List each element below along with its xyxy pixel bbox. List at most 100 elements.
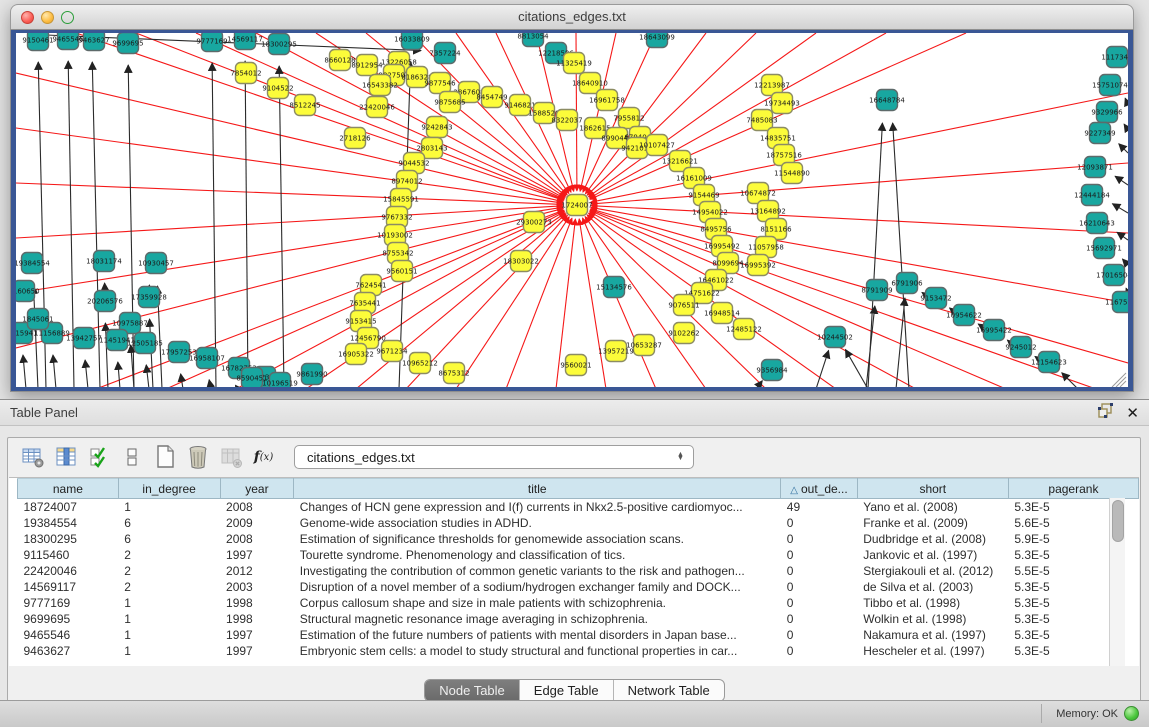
network-node[interactable]: 8512245	[289, 95, 320, 116]
table-row[interactable]: 1872400712008Changes of HCN gene express…	[18, 499, 1139, 516]
tab-network-table[interactable]: Network Table	[614, 680, 724, 701]
table-panel: Table Panel ✕	[0, 399, 1149, 700]
table-row[interactable]: 2242004622012Investigating the contribut…	[18, 563, 1139, 579]
svg-text:9877546: 9877546	[424, 80, 456, 88]
network-node[interactable]: 13942757	[66, 328, 102, 349]
network-node[interactable]: 8791909	[861, 280, 892, 301]
svg-text:10674872: 10674872	[740, 190, 776, 198]
tab-edge-table[interactable]: Edge Table	[520, 680, 614, 701]
network-node[interactable]: 18303022	[503, 251, 539, 272]
network-node[interactable]: 15751074	[1092, 75, 1128, 96]
select-all-icon[interactable]	[82, 444, 115, 470]
network-node[interactable]: 14569117	[227, 33, 263, 50]
network-node[interactable]: 1724007	[561, 195, 592, 216]
network-node[interactable]: 18300295	[261, 34, 297, 55]
network-node[interactable]: 18031174	[86, 251, 122, 272]
network-node[interactable]: 8813054	[517, 33, 549, 47]
network-node[interactable]: 12093871	[1077, 157, 1113, 178]
column-header-name[interactable]: name	[18, 479, 119, 499]
network-node[interactable]: 9560021	[560, 355, 591, 376]
float-panel-icon[interactable]	[1098, 403, 1114, 423]
table-row[interactable]: 1830029562008Estimation of significance …	[18, 531, 1139, 547]
network-node[interactable]: 22420046	[359, 97, 395, 118]
network-node[interactable]: 9329966	[1091, 102, 1123, 123]
memory-status: Memory: OK	[1041, 704, 1143, 723]
network-window-title: citations_edges.txt	[11, 9, 1133, 24]
network-node[interactable]: 17016504	[1096, 265, 1128, 286]
network-table-select[interactable]: citations_edges.txt ▲▼	[294, 445, 694, 469]
network-node[interactable]: 7955812	[613, 108, 644, 129]
network-node[interactable]: 15692971	[1086, 238, 1122, 259]
network-node[interactable]: 12154623	[1031, 352, 1067, 373]
import-table-icon-disabled	[214, 444, 247, 470]
delete-table-icon[interactable]	[181, 444, 214, 470]
network-node[interactable]: 9150461	[22, 33, 53, 51]
network-node[interactable]: 12444184	[1074, 185, 1110, 206]
network-node[interactable]: 7357224	[429, 43, 461, 64]
network-node[interactable]: 10965212	[402, 353, 438, 374]
svg-text:13942757: 13942757	[66, 335, 102, 343]
network-node[interactable]: 9861990	[296, 364, 327, 385]
network-node[interactable]: 2718126	[339, 128, 371, 149]
new-table-icon[interactable]	[148, 444, 181, 470]
network-node[interactable]: 1117345	[1101, 47, 1128, 68]
svg-text:9875685: 9875685	[434, 99, 465, 107]
table-row[interactable]: 946362711997Embryonic stem cells: a mode…	[18, 643, 1139, 659]
clear-selection-icon[interactable]	[115, 444, 148, 470]
column-header-out_de[interactable]: △out_de...	[781, 479, 857, 499]
network-node[interactable]: 10954622	[946, 305, 982, 326]
svg-text:8454749: 8454749	[476, 94, 507, 102]
network-node[interactable]: 9699695	[112, 33, 143, 54]
network-node[interactable]: 6791906	[891, 273, 923, 294]
svg-text:9699695: 9699695	[112, 40, 143, 48]
table-row[interactable]: 946554611997Estimation of the future num…	[18, 627, 1139, 643]
column-header-pagerank[interactable]: pagerank	[1008, 479, 1138, 499]
network-node[interactable]: 15134576	[596, 277, 632, 298]
network-node[interactable]: 8675312	[438, 363, 469, 384]
column-header-short[interactable]: short	[857, 479, 1008, 499]
network-canvas[interactable]: 9150461946554694636279699695977716914569…	[16, 33, 1128, 387]
table-vertical-scrollbar[interactable]	[1109, 498, 1125, 666]
function-builder-icon[interactable]: f(x)	[247, 444, 280, 470]
table-settings-icon[interactable]	[16, 444, 49, 470]
table-row[interactable]: 969969511998Structural magnetic resonanc…	[18, 611, 1139, 627]
network-node[interactable]: 9356984	[756, 360, 788, 381]
table-row[interactable]: 1456911722003Disruption of a novel membe…	[18, 579, 1139, 595]
table-row[interactable]: 1938455462009Genome-wide association stu…	[18, 515, 1139, 531]
column-header-title[interactable]: title	[294, 479, 781, 499]
svg-text:16543382: 16543382	[362, 82, 398, 90]
network-node[interactable]: 17359928	[131, 287, 167, 308]
network-node[interactable]: 9777169	[196, 33, 227, 52]
network-node[interactable]: 9104522	[262, 78, 293, 99]
network-node[interactable]: 16648784	[869, 90, 905, 111]
show-columns-icon[interactable]	[49, 444, 82, 470]
network-node[interactable]: 11675300	[1105, 292, 1128, 313]
memory-status-label: Memory: OK	[1056, 708, 1118, 720]
table-row[interactable]: 911546021997Tourette syndrome. Phenomeno…	[18, 547, 1139, 563]
network-window-titlebar[interactable]: citations_edges.txt	[10, 4, 1134, 30]
network-node[interactable]: 9877546	[424, 73, 456, 94]
network-node[interactable]: 18643099	[639, 33, 675, 48]
column-header-in_degree[interactable]: in_degree	[118, 479, 220, 499]
network-node[interactable]: 19384554	[16, 253, 50, 274]
svg-text:9777169: 9777169	[196, 38, 227, 46]
network-node[interactable]: 10930457	[138, 253, 174, 274]
network-node[interactable]: 9463627	[78, 33, 109, 51]
network-node[interactable]: 20206576	[87, 291, 123, 312]
column-header-year[interactable]: year	[220, 479, 294, 499]
network-node[interactable]: 9671234	[376, 341, 408, 362]
close-panel-icon[interactable]: ✕	[1126, 406, 1139, 421]
network-node[interactable]: 2160650	[16, 281, 40, 302]
canvas-resize-grip[interactable]	[1112, 373, 1126, 387]
status-bar: Memory: OK	[0, 700, 1149, 727]
tab-node-table[interactable]: Node Table	[425, 680, 520, 701]
table-row[interactable]: 977716911998Corpus callosum shape and si…	[18, 595, 1139, 611]
network-node[interactable]: 16995422	[976, 320, 1012, 341]
svg-text:2160650: 2160650	[16, 288, 40, 296]
network-node[interactable]: 9245012	[1005, 337, 1036, 358]
network-node[interactable]: 10244502	[817, 327, 853, 348]
network-node[interactable]: 9227349	[1084, 123, 1115, 144]
scrollbar-thumb[interactable]	[1112, 500, 1124, 542]
network-node[interactable]: 9102262	[668, 323, 699, 344]
svg-text:9150461: 9150461	[22, 37, 53, 45]
